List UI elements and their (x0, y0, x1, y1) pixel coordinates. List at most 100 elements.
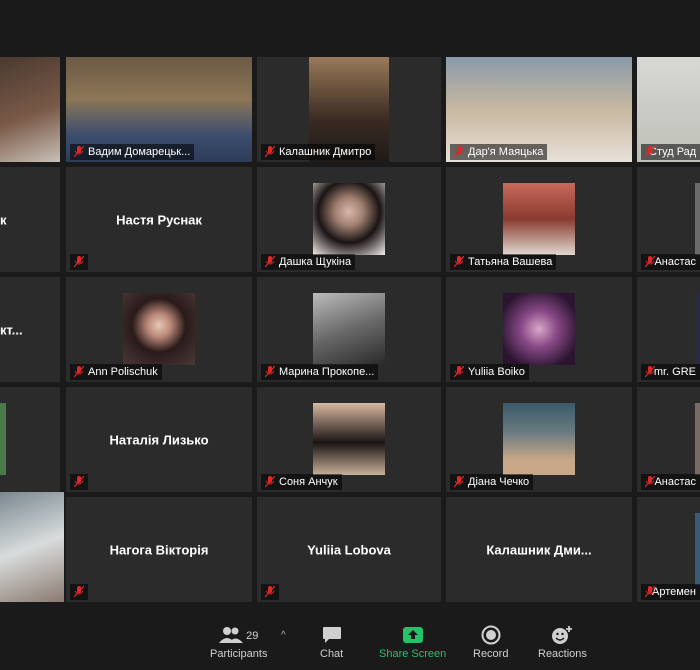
participant-name: Дашка Щукіна (279, 256, 352, 268)
mic-muted-icon (454, 366, 464, 378)
participant-photo (123, 293, 195, 365)
participant-tile[interactable]: Yuliia Lobova (257, 497, 441, 602)
participant-tile[interactable]: Студ Рад (637, 57, 700, 162)
participant-name-caption: Дашка Щукіна (261, 254, 356, 270)
participant-name: Ann Polischuk (88, 366, 158, 378)
mic-muted-icon (74, 586, 84, 598)
participant-photo (503, 293, 575, 365)
participant-name: Артемен (652, 586, 696, 598)
participant-name-caption: Анастас (641, 474, 700, 490)
mic-muted-icon (74, 476, 84, 488)
participant-name: Марина Прокопе... (279, 366, 375, 378)
participant-photo (313, 183, 385, 255)
participant-tile[interactable]: Калашник Дми... (446, 497, 632, 602)
participant-name: Анастас (654, 256, 696, 268)
participant-tile[interactable] (0, 57, 60, 162)
gallery-grid: Вадим Домарецьк... Калашник Дмитро Дар'я… (0, 0, 700, 620)
participant-tile[interactable]: Татьяна Вашева (446, 167, 632, 272)
participant-photo (695, 293, 700, 365)
participant-photo (695, 183, 700, 255)
participant-name: Нагога Вікторія (109, 542, 209, 557)
participant-tile[interactable]: Діана Чечко (446, 387, 632, 492)
record-button[interactable]: Record (473, 624, 508, 660)
participant-name-caption: Студ Рад (641, 144, 700, 160)
participant-tile[interactable]: кт... (0, 277, 60, 382)
participant-photo (503, 403, 575, 475)
participant-name-caption: Артемен (641, 584, 700, 600)
participant-name-caption: Ann Polischuk (70, 364, 162, 380)
participant-name: Соня Анчук (279, 476, 338, 488)
participant-name-caption: Соня Анчук (261, 474, 342, 490)
mic-muted-icon (645, 256, 655, 268)
reactions-label: Reactions (538, 648, 587, 660)
participant-name: Татьяна Вашева (468, 256, 553, 268)
participant-photo (313, 293, 385, 365)
mic-muted-icon (74, 256, 84, 268)
participant-name-caption: Калашник Дмитро (261, 144, 376, 160)
participant-tile[interactable]: Анастас (637, 387, 700, 492)
participant-name: к (0, 212, 7, 227)
participant-name: Yuliia Lobova (307, 542, 391, 557)
participant-tile[interactable]: Дар'я Маяцька (446, 57, 632, 162)
participant-photo (695, 513, 700, 585)
reactions-button[interactable]: Reactions (538, 624, 587, 660)
participant-tile[interactable] (0, 387, 60, 492)
participant-tile[interactable]: Анастас (637, 167, 700, 272)
mic-muted-icon (265, 366, 275, 378)
share-screen-label: Share Screen (379, 648, 447, 660)
participant-tile[interactable]: Артемен (637, 497, 700, 602)
participant-tile[interactable]: Настя Руснак (66, 167, 252, 272)
participant-tile[interactable]: Соня Анчук (257, 387, 441, 492)
participant-name-caption: Татьяна Вашева (450, 254, 557, 270)
participant-tile[interactable]: Калашник Дмитро (257, 57, 441, 162)
mic-muted-icon (265, 586, 275, 598)
participant-video (0, 57, 60, 162)
participant-name-caption: mr. GRE (641, 364, 700, 380)
participant-name: Анастас (654, 476, 696, 488)
participant-tile[interactable]: Дашка Щукіна (257, 167, 441, 272)
reactions-icon (551, 625, 573, 648)
participant-name: Настя Руснак (116, 212, 202, 227)
participant-video (0, 492, 64, 602)
participant-photo (695, 403, 700, 475)
chat-button[interactable]: Chat (320, 624, 343, 660)
participant-tile[interactable]: Нагога Вікторія (66, 497, 252, 602)
participant-tile[interactable]: Ann Polischuk (66, 277, 252, 382)
participant-photo (503, 183, 575, 255)
participant-name: Калашник Дмитро (279, 146, 372, 158)
participant-tile[interactable]: mr. GRE (637, 277, 700, 382)
participant-name: Калашник Дми... (486, 542, 592, 557)
mic-muted-icon (454, 146, 464, 158)
participant-tile[interactable]: к (0, 167, 60, 272)
active-speaker-tile[interactable] (0, 492, 64, 602)
share-screen-button[interactable]: Share Screen (379, 624, 446, 660)
meeting-toolbar: 29 Participants ^ Chat Share Screen Reco… (0, 620, 700, 670)
participant-name-caption: Марина Прокопе... (261, 364, 379, 380)
participant-name: Діана Чечко (468, 476, 530, 488)
participant-name: Наталія Лизько (109, 432, 209, 447)
participant-name-caption: Діана Чечко (450, 474, 534, 490)
participant-caption (261, 584, 279, 600)
share-screen-icon (402, 626, 424, 647)
chevron-up-icon[interactable]: ^ (281, 630, 286, 641)
mic-muted-icon (454, 256, 464, 268)
participant-name-caption: Вадим Домарецьк... (70, 144, 195, 160)
participant-tile[interactable]: Наталія Лизько (66, 387, 252, 492)
mic-muted-icon (265, 146, 275, 158)
participant-tile[interactable]: Вадим Домарецьк... (66, 57, 252, 162)
participant-photo (313, 403, 385, 475)
participant-name: mr. GRE (653, 366, 696, 378)
chat-icon (322, 626, 342, 647)
participants-icon (219, 626, 244, 647)
record-icon (481, 625, 501, 648)
mic-muted-icon (74, 366, 84, 378)
participant-name-caption: Yuliia Boiko (450, 364, 529, 380)
record-label: Record (473, 648, 509, 660)
participants-button[interactable]: 29 Participants (210, 624, 267, 660)
participant-tile[interactable]: Yuliia Boiko (446, 277, 632, 382)
participant-name: Yuliia Boiko (468, 366, 525, 378)
participant-name-caption: Дар'я Маяцька (450, 144, 548, 160)
participant-tile[interactable]: Марина Прокопе... (257, 277, 441, 382)
participant-photo (0, 403, 6, 475)
participant-name-caption: Анастас (641, 254, 700, 270)
